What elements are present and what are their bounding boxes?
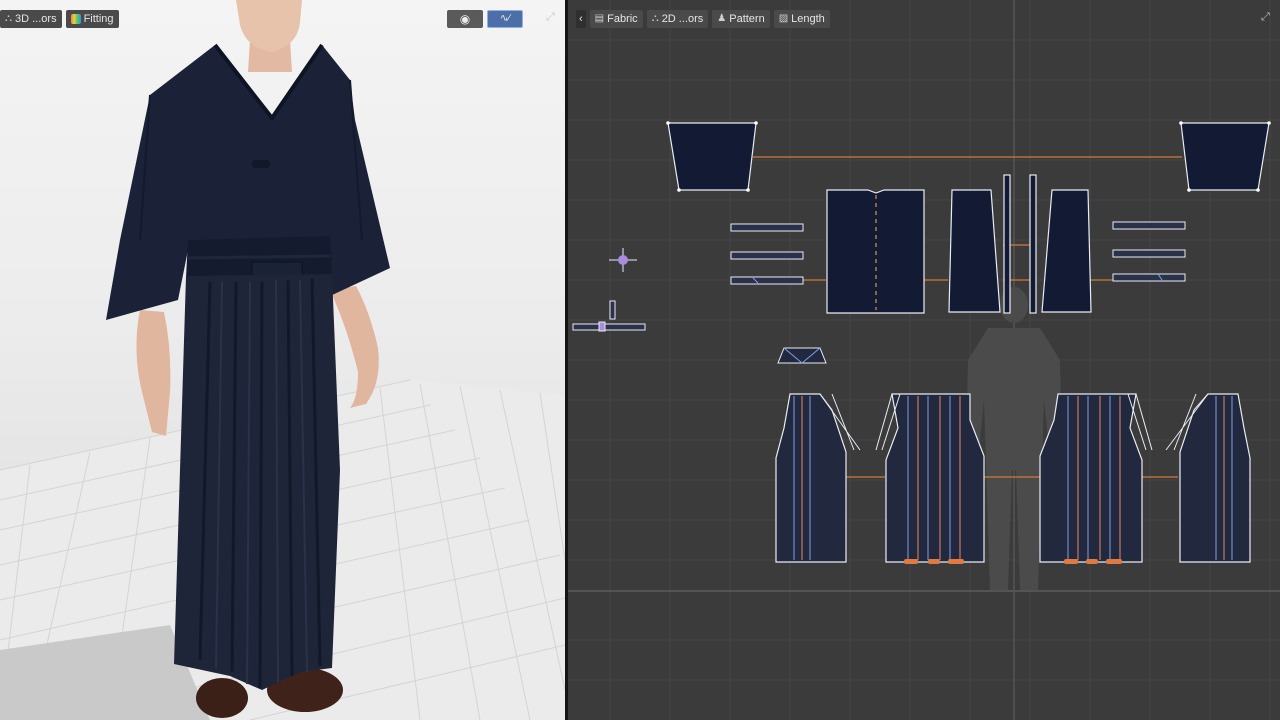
pattern-label: Pattern: [729, 12, 765, 25]
pattern-piece-hakama-front-left[interactable]: [875, 393, 985, 564]
expand-icon[interactable]: ⤢: [546, 11, 555, 24]
pattern-piece-small-ties[interactable]: [572, 300, 646, 332]
pattern-piece-front-right[interactable]: [1041, 189, 1092, 313]
length-label: Length: [791, 12, 825, 25]
2d-colors-label: 2D ...ors: [661, 12, 704, 25]
avatar-display-button[interactable]: ∿∕: [487, 9, 523, 28]
pattern-piece-straps-right[interactable]: [1112, 221, 1186, 282]
pattern-piece-front-left[interactable]: [948, 189, 1001, 313]
fabric-icon: ▤: [594, 13, 605, 24]
pattern-piece-trapezoid-small[interactable]: [777, 347, 827, 364]
viewport-3d-view-buttons: ◉ ∿∕: [447, 9, 523, 28]
chevron-left-icon: ‹: [579, 12, 583, 25]
viewport-3d[interactable]: ⛬ 3D ...ors Fitting ◉ ∿∕ ⤢: [0, 0, 565, 720]
wave-avatar-icon: ∿∕: [499, 13, 511, 24]
hakama-skirt-3d[interactable]: [174, 274, 340, 690]
fitting-label: Fitting: [83, 12, 114, 25]
viewport-3d-toolbar: ⛬ 3D ...ors Fitting: [0, 9, 119, 28]
fabric-label: Fabric: [607, 12, 638, 25]
pattern-canvas[interactable]: [568, 0, 1280, 720]
fabric-button[interactable]: ▤ Fabric: [589, 9, 643, 28]
hakama-belt-3d[interactable]: [186, 236, 332, 278]
fitting-button[interactable]: Fitting: [65, 9, 119, 28]
pattern-piece-hakama-side-right[interactable]: [1165, 393, 1251, 563]
circle-target-icon: ◉: [459, 11, 471, 26]
pin-marker[interactable]: [609, 248, 637, 272]
ruler-icon: ▨: [778, 13, 789, 24]
pattern-piece-hakama-front-right[interactable]: [1039, 393, 1153, 564]
2d-colors-button[interactable]: ⛬ 2D ...ors: [646, 9, 709, 28]
viewport-3d-canvas[interactable]: [0, 0, 565, 720]
avatar-left-shoe: [196, 678, 248, 718]
pattern-piece-back-body[interactable]: [826, 189, 925, 314]
expand-2d-icon[interactable]: ⤢: [1261, 11, 1270, 24]
tshirt-tree-icon: ⛬: [651, 13, 659, 24]
avatar-right-hand: [330, 286, 379, 408]
pattern-grid: [568, 0, 1280, 720]
pattern-piece-sleeve-right[interactable]: [1179, 121, 1271, 192]
rainbow-fitting-icon: [70, 13, 81, 24]
avatar-head: [236, 0, 302, 52]
3d-objects-button[interactable]: ⛬ 3D ...ors: [0, 9, 62, 28]
pattern-piece-hakama-side-left[interactable]: [775, 393, 861, 563]
3d-objects-label: 3D ...ors: [15, 12, 57, 25]
viewport-2d[interactable]: ‹ ▤ Fabric ⛬ 2D ...ors ♟ Pattern ▨ Lengt…: [568, 0, 1280, 720]
length-button[interactable]: ▨ Length: [773, 9, 830, 28]
viewport-2d-toolbar: ‹ ▤ Fabric ⛬ 2D ...ors ♟ Pattern ▨ Lengt…: [576, 9, 830, 28]
avatar-left-hand: [136, 310, 171, 436]
tshirt-tree-icon: ⛬: [5, 13, 12, 24]
shirt-icon: ♟: [717, 13, 727, 24]
circle-target-button[interactable]: ◉: [447, 9, 483, 28]
pattern-button[interactable]: ♟ Pattern: [712, 9, 770, 28]
pattern-piece-sleeve-left[interactable]: [666, 121, 758, 192]
collapse-toolbar-button[interactable]: ‹: [576, 9, 586, 28]
pattern-piece-straps-left[interactable]: [730, 223, 804, 285]
